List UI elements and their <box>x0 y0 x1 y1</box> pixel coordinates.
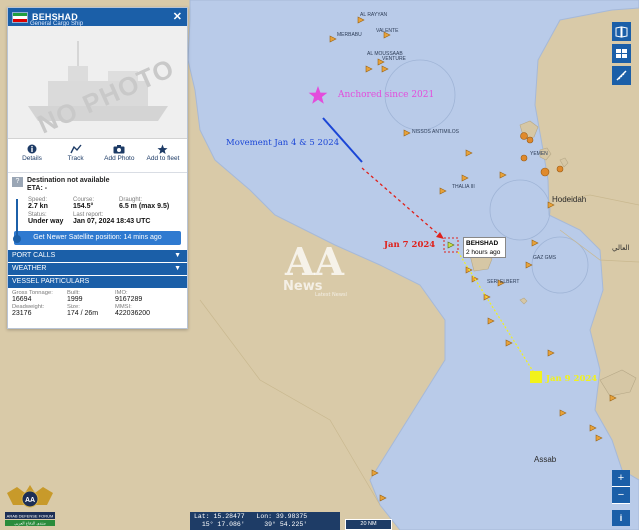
track-button[interactable]: Track <box>55 143 97 169</box>
add-photo-button[interactable]: Add Photo <box>98 143 140 169</box>
port-calls-label: PORT CALLS <box>12 252 56 259</box>
chevron-down-icon: ▼ <box>174 265 181 272</box>
chevron-down-icon: ▼ <box>174 252 181 259</box>
coordinate-readout: Lat: 15.28477 Lon: 39.98375 15° 17.086' … <box>190 512 340 530</box>
satellite-position-button[interactable]: Get Newer Satellite position: 14 mins ag… <box>14 231 181 245</box>
action-bar: Details Track Add Photo Add to fleet <box>8 139 187 173</box>
watermark-aa: AA <box>284 239 344 284</box>
place-label: THALIA III <box>452 184 475 190</box>
close-icon[interactable]: ✕ <box>173 10 182 23</box>
scale-bar: 20 NM <box>345 519 392 530</box>
place-label: YEMEN <box>530 151 548 157</box>
watermark-sub: Latest Newsl <box>315 292 347 298</box>
voyage-position-dot <box>13 235 21 243</box>
zoom-controls: + − <box>612 470 630 504</box>
layers-icon <box>616 48 627 58</box>
anchored-marker <box>556 165 564 173</box>
lat-value: Lat: 15.28477 <box>194 513 245 520</box>
destination-row: ? Destination not available ETA: - <box>8 173 187 195</box>
port-calls-section[interactable]: PORT CALLS ▼ <box>8 249 187 262</box>
place-label: VENTURE <box>382 56 407 62</box>
imo-value: 9167289 <box>115 296 143 303</box>
place-label: MERBABU <box>337 32 362 38</box>
layers-button[interactable] <box>612 44 631 63</box>
dwt-value: 23176 <box>12 310 32 317</box>
lon-value: Lon: 39.98375 <box>256 513 308 520</box>
last-report-value: Jan 07, 2024 18:43 UTC <box>73 218 151 225</box>
zoom-out-button[interactable]: − <box>612 487 630 504</box>
particulars-grid: Gross Tonnage: 16694 Built: 1999 IMO: 91672… <box>8 288 187 319</box>
mmsi-value: 422036200 <box>115 310 151 317</box>
info-icon <box>11 143 53 155</box>
anchored-marker <box>526 136 534 144</box>
place-label: NISSOS ANTIMILOS <box>412 129 460 135</box>
map-book-button[interactable] <box>612 22 631 41</box>
tooltip-time: 2 hours ago <box>466 249 501 256</box>
place-label: AL RAYYAN <box>360 12 388 18</box>
place-label: VALENTE <box>376 28 399 34</box>
track-icon <box>55 143 97 155</box>
jan9-marker-box <box>530 371 542 383</box>
built-value: 1999 <box>67 296 83 303</box>
panel-header: BEHSHAD General Cargo Ship ✕ <box>8 8 187 27</box>
zoom-in-button[interactable]: + <box>612 470 630 487</box>
tooltip-name: BEHSHAD <box>466 240 499 247</box>
unknown-port-icon: ? <box>12 177 23 187</box>
eta-text: ETA: - <box>27 185 48 192</box>
add-to-fleet-button[interactable]: Add to fleet <box>142 143 184 169</box>
annotation-jan9: Jan 9 2024 <box>545 374 597 384</box>
voyage-stats: Speed: 2.7 kn Course: 154.5° Draught: 6.5 m… <box>8 195 187 243</box>
map-info-button[interactable]: i <box>612 510 630 526</box>
logo-arabic: منتدى الدفاع العربي <box>14 521 46 526</box>
course-value: 154.5° <box>73 203 94 210</box>
place-label: SERI ELBERT <box>487 279 519 285</box>
annotation-jan7: Jan 7 2024 <box>383 240 435 250</box>
size-value: 174 / 26m <box>67 310 99 317</box>
vessel-photo[interactable]: NO PHOTO <box>8 26 187 139</box>
place-label: GAZ GMS <box>533 255 557 261</box>
logo-mark: AA <box>25 497 35 504</box>
details-button[interactable]: Details <box>11 143 53 169</box>
status-value: Under way <box>28 218 64 225</box>
anchored-marker <box>520 132 528 140</box>
gt-value: 16694 <box>12 296 32 303</box>
city-label-hodeidah: Hodeidah <box>552 195 586 204</box>
map-tool-buttons <box>612 22 631 88</box>
voyage-track-line <box>16 199 18 237</box>
star-icon <box>142 143 184 155</box>
ruler-icon <box>616 70 627 81</box>
weather-label: WEATHER <box>12 265 47 272</box>
vessel-map-tooltip[interactable]: BEHSHAD 2 hours ago <box>463 237 506 258</box>
map-book-icon <box>615 25 628 38</box>
track-label: Track <box>67 155 84 162</box>
annotation-anchored: Anchored since 2021 <box>337 90 434 100</box>
flag-icon <box>12 11 28 23</box>
anchored-marker <box>520 154 528 162</box>
city-label-assab: Assab <box>534 455 557 464</box>
logo-title: ARAB DEFENSE FORUM <box>7 514 54 519</box>
camera-icon <box>98 143 140 155</box>
arab-defense-forum-logo: AA ARAB DEFENSE FORUM منتدى الدفاع العرب… <box>5 485 55 526</box>
lat-dms-value: 15° 17.086' <box>201 521 245 528</box>
measure-tool-button[interactable] <box>612 66 631 85</box>
vessel-info-panel: BEHSHAD General Cargo Ship ✕ NO PHOTO De… <box>7 7 188 329</box>
add-photo-label: Add Photo <box>104 155 135 162</box>
weather-section[interactable]: WEATHER ▼ <box>8 262 187 275</box>
lon-dms-value: 39° 54.225' <box>264 521 308 528</box>
anchored-marker <box>540 167 550 177</box>
details-label: Details <box>22 155 42 162</box>
city-label-arabic: العالي <box>612 244 630 252</box>
particulars-label: VESSEL PARTICULARS <box>12 278 90 285</box>
annotation-movement: Movement Jan 4 & 5 2024 <box>226 138 339 148</box>
speed-value: 2.7 kn <box>28 203 48 210</box>
vessel-particulars-section[interactable]: VESSEL PARTICULARS <box>8 275 187 288</box>
draught-value: 6.5 m (max 9.5) <box>119 203 170 210</box>
add-to-fleet-label: Add to fleet <box>146 155 180 162</box>
destination-text: Destination not available <box>27 177 110 184</box>
